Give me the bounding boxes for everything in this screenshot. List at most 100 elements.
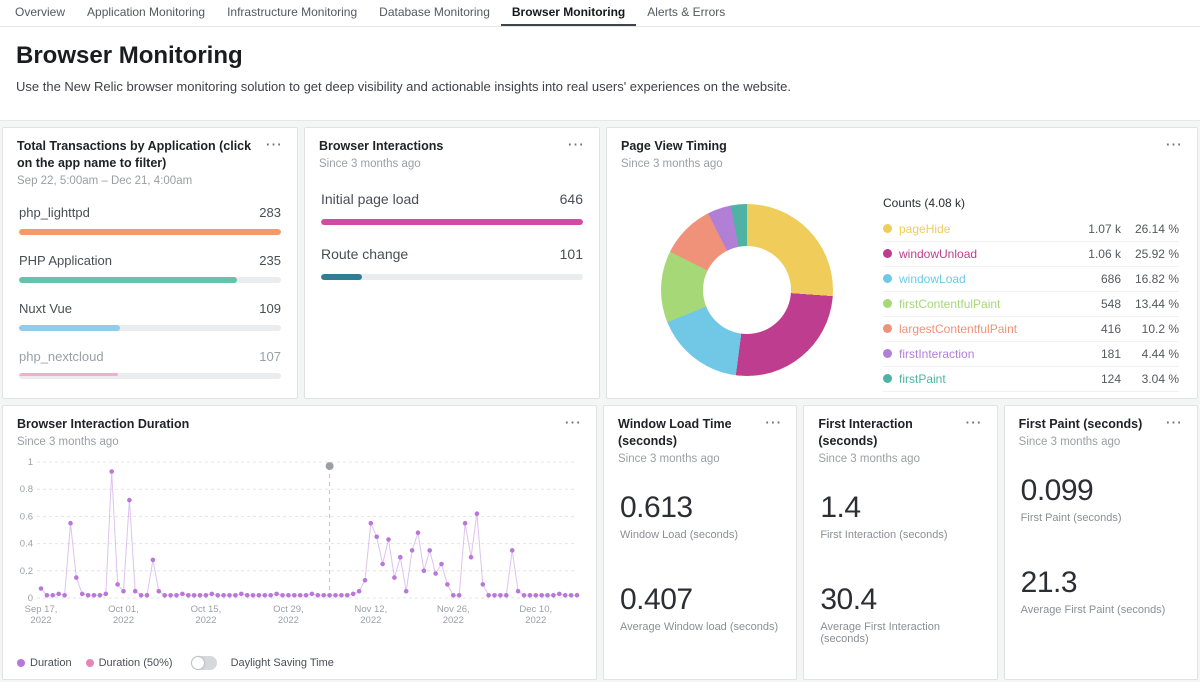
bar-row: Initial page load 646 — [321, 191, 583, 225]
tab-application-monitoring[interactable]: Application Monitoring — [76, 0, 216, 26]
bar-row: Route change 101 — [321, 246, 583, 280]
legend-label: windowUnload — [899, 247, 1073, 261]
svg-text:Nov 12,: Nov 12, — [354, 604, 387, 615]
bar-label[interactable]: Nuxt Vue — [19, 301, 72, 316]
transactions-bar-list: php_lighttpd 283 PHP Application235 Nuxt Vu… — [3, 205, 297, 379]
stat-group: 0.099 First Paint (seconds) 21.3 Average… — [1005, 448, 1197, 616]
bar-row-header: Initial page load 646 — [321, 191, 583, 207]
pie-body: Counts (4.08 k) pageHide1.07 k26.14 %win… — [607, 170, 1197, 392]
bar-track — [321, 219, 583, 225]
legend-dot-icon — [86, 659, 94, 667]
bar-value: 101 — [560, 246, 583, 262]
tab-database-monitoring[interactable]: Database Monitoring — [368, 0, 501, 26]
bar-fill — [321, 274, 362, 280]
legend-dot-icon — [883, 249, 892, 258]
pie-legend-row[interactable]: firstPaint1243.04 % — [883, 367, 1179, 392]
legend-item[interactable]: Duration (50%) — [86, 657, 173, 669]
legend-label: Duration (50%) — [99, 657, 173, 669]
panel-subtitle: Since 3 months ago — [319, 158, 449, 170]
panel-menu-icon[interactable]: ⋯ — [1161, 138, 1187, 152]
stat-label: First Interaction (seconds) — [820, 529, 980, 541]
panel-grid: Total Transactions by Application (click… — [0, 121, 1200, 682]
pie-legend-row[interactable]: windowUnload1.06 k25.92 % — [883, 242, 1179, 267]
stat: 0.407 Average Window load (seconds) — [620, 583, 780, 633]
legend-dot-icon — [883, 274, 892, 283]
legend-count: 181 — [1073, 347, 1121, 361]
pie-legend-title: Counts (4.08 k) — [883, 196, 1179, 210]
bar-value: 646 — [560, 191, 583, 207]
bar-fill — [19, 277, 237, 283]
daylight-saving-toggle[interactable] — [191, 656, 217, 670]
bar-label[interactable]: Route change — [321, 246, 408, 262]
pie-legend-rows: pageHide1.07 k26.14 %windowUnload1.06 k2… — [883, 217, 1179, 392]
panel-header: Browser Interaction Duration Since 3 mon… — [3, 406, 596, 448]
panel-title: First Paint (seconds) — [1019, 416, 1149, 433]
legend-label: Duration — [30, 657, 72, 669]
bar-row: php_lighttpd 283 — [19, 205, 281, 235]
panel-subtitle: Sep 22, 5:00am – Dec 21, 4:00am — [17, 175, 261, 187]
bar-row: Nuxt Vue109 — [19, 301, 281, 331]
panel-interaction-duration: Browser Interaction Duration Since 3 mon… — [2, 405, 597, 680]
panel-title: Browser Interactions — [319, 138, 449, 155]
bar-label[interactable]: php_nextcloud — [19, 349, 104, 364]
bar-label[interactable]: PHP Application — [19, 253, 112, 268]
bar-row: php_nextcloud107 — [19, 349, 281, 379]
legend-percent: 4.44 % — [1121, 347, 1179, 361]
bar-value: 283 — [259, 205, 281, 220]
legend-dot-icon — [883, 349, 892, 358]
bar-track — [19, 229, 281, 235]
legend-label: firstContentfulPaint — [899, 297, 1073, 311]
panel-header: Total Transactions by Application (click… — [3, 128, 297, 187]
pie-legend-row[interactable]: largestContentfulPaint41610.2 % — [883, 317, 1179, 342]
legend-dot-icon — [17, 659, 25, 667]
pie-legend-row[interactable]: firstInteraction1814.44 % — [883, 342, 1179, 367]
tab-browser-monitoring[interactable]: Browser Monitoring — [501, 0, 636, 26]
svg-text:2022: 2022 — [525, 615, 546, 626]
tab-infrastructure-monitoring[interactable]: Infrastructure Monitoring — [216, 0, 368, 26]
svg-text:0.2: 0.2 — [20, 566, 33, 577]
bar-row-header: Route change 101 — [321, 246, 583, 262]
tab-overview[interactable]: Overview — [4, 0, 76, 26]
legend-count: 124 — [1073, 372, 1121, 386]
panel-menu-icon[interactable]: ⋯ — [961, 416, 987, 430]
bar-label[interactable]: php_lighttpd — [19, 205, 90, 220]
panel-menu-icon[interactable]: ⋯ — [261, 138, 287, 152]
panel-header: First Interaction (seconds) Since 3 mont… — [804, 406, 996, 465]
bar-fill — [19, 325, 120, 331]
stat-value: 0.099 — [1021, 474, 1181, 508]
stat: 30.4 Average First Interaction (seconds) — [820, 583, 980, 645]
stat-value: 0.407 — [620, 583, 780, 617]
bar-row: PHP Application235 — [19, 253, 281, 283]
svg-text:Sep 17,: Sep 17, — [25, 604, 58, 615]
svg-text:2022: 2022 — [443, 615, 464, 626]
svg-text:Dec 10,: Dec 10, — [519, 604, 552, 615]
page-header: Browser Monitoring Use the New Relic bro… — [0, 27, 1200, 121]
svg-text:Nov 26,: Nov 26, — [437, 604, 470, 615]
bar-label[interactable]: Initial page load — [321, 191, 419, 207]
legend-percent: 3.04 % — [1121, 372, 1179, 386]
tab-alerts-errors[interactable]: Alerts & Errors — [636, 0, 736, 26]
grid-row-2: Browser Interaction Duration Since 3 mon… — [2, 405, 1198, 680]
panel-menu-icon[interactable]: ⋯ — [563, 138, 589, 152]
pie-legend-row[interactable]: pageHide1.07 k26.14 % — [883, 217, 1179, 242]
panel-header: First Paint (seconds) Since 3 months ago… — [1005, 406, 1197, 448]
legend-count: 1.06 k — [1073, 247, 1121, 261]
panel-menu-icon[interactable]: ⋯ — [760, 416, 786, 430]
stat-label: Window Load (seconds) — [620, 529, 780, 541]
legend-count: 686 — [1073, 272, 1121, 286]
pie-legend-row[interactable]: windowLoad68616.82 % — [883, 267, 1179, 292]
legend-item[interactable]: Duration — [17, 657, 72, 669]
pie-legend-row[interactable]: firstContentfulPaint54813.44 % — [883, 292, 1179, 317]
bar-fill — [19, 373, 118, 376]
stat-label: Average First Paint (seconds) — [1021, 604, 1181, 616]
legend-percent: 26.14 % — [1121, 222, 1179, 236]
legend-dot-icon — [883, 324, 892, 333]
panel-menu-icon[interactable]: ⋯ — [560, 416, 586, 430]
page-subtitle: Use the New Relic browser monitoring sol… — [16, 79, 1184, 94]
panel-subtitle: Since 3 months ago — [818, 453, 960, 465]
panel-header: Window Load Time (seconds) Since 3 month… — [604, 406, 796, 465]
svg-text:Oct 15,: Oct 15, — [191, 604, 222, 615]
panel-menu-icon[interactable]: ⋯ — [1161, 416, 1187, 430]
bar-fill — [321, 219, 583, 225]
pie-legend: Counts (4.08 k) pageHide1.07 k26.14 %win… — [883, 196, 1179, 392]
